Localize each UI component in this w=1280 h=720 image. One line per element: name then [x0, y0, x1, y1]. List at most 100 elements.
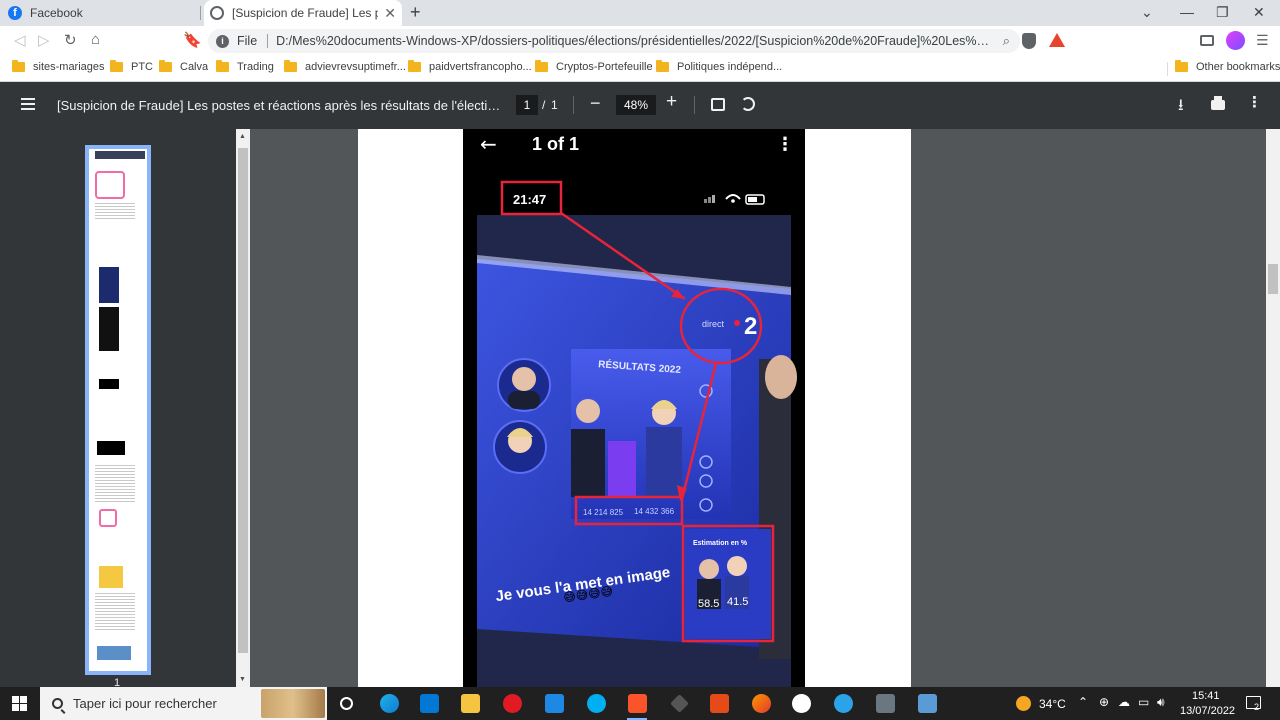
page-total: 1: [551, 98, 558, 112]
bookmark-calva[interactable]: Calva: [159, 60, 209, 73]
page-thumbnail[interactable]: [85, 145, 151, 675]
wifi-dot: [731, 199, 735, 203]
bookmark-label: PTC: [131, 61, 153, 73]
thumb-image: [99, 307, 119, 351]
pdf-viewer[interactable]: ← 1 of 1 ⋮ 21:47 direct 2 RÉSULTATS 2022…: [250, 129, 1266, 687]
pdf-toolbar: [Suspicion de Fraude] Les postes et réac…: [0, 82, 1280, 129]
thumb-image: [97, 646, 131, 660]
back-button[interactable]: ◁: [14, 31, 26, 49]
thumb-image: [99, 267, 119, 303]
windows-taskbar: Taper ici pour rechercher 34°C ⌃ ⊕ ☁ ▭ 🔊…: [0, 687, 1280, 720]
tab-pdf-document[interactable]: [Suspicion de Fraude] Les postes et ✕: [204, 0, 402, 26]
signal-bar: [704, 199, 707, 203]
app-icon[interactable]: [834, 694, 853, 713]
bookmark-ptc[interactable]: PTC: [110, 60, 153, 73]
back-arrow-icon: ←: [480, 132, 497, 156]
clock-date: 13/07/2022: [1180, 705, 1236, 717]
vote-count-right: 14 432 366: [634, 507, 675, 516]
menu-icon[interactable]: ☰: [1256, 32, 1269, 49]
edge-icon[interactable]: [380, 694, 399, 713]
maximize-button[interactable]: ❐: [1216, 4, 1229, 21]
office-icon[interactable]: [710, 694, 729, 713]
tab-facebook[interactable]: f Facebook: [8, 0, 198, 26]
new-tab-button[interactable]: +: [410, 2, 421, 23]
zoom-level-input[interactable]: 48%: [616, 95, 656, 115]
page-number-input[interactable]: 1: [516, 95, 538, 115]
zoom-in-button[interactable]: +: [666, 91, 677, 113]
page-separator: /: [542, 98, 546, 112]
weather-icon[interactable]: [1016, 696, 1031, 711]
sidebar-scrollbar-thumb[interactable]: [238, 148, 248, 653]
firefox-icon[interactable]: [752, 694, 771, 713]
url-text[interactable]: D:/Mes%20documents-Windows-XP/dossiers-p…: [276, 34, 993, 48]
other-bookmarks[interactable]: Other bookmarks: [1175, 60, 1280, 73]
chevron-up-icon[interactable]: ⌃: [1078, 695, 1088, 709]
rotate-icon[interactable]: [741, 97, 755, 111]
thumb-image: [99, 566, 123, 588]
brave-rewards-icon[interactable]: [1049, 33, 1065, 47]
network-icon[interactable]: ⊕: [1099, 695, 1109, 709]
zoom-out-button[interactable]: −: [590, 93, 601, 114]
app-icon[interactable]: [670, 694, 689, 713]
volume-icon[interactable]: 🔊︎: [1157, 695, 1165, 710]
home-button[interactable]: ⌂: [91, 31, 100, 48]
file-explorer-icon[interactable]: [461, 694, 480, 713]
app-icon[interactable]: [918, 694, 937, 713]
close-window-button[interactable]: ✕: [1253, 4, 1265, 21]
windows-start-icon[interactable]: [12, 696, 27, 711]
signal-bar: [712, 195, 715, 203]
print-icon[interactable]: [1211, 96, 1225, 110]
chevron-down-icon[interactable]: ⌄: [1141, 4, 1153, 21]
bookmark-sites-mariages[interactable]: sites-mariages: [12, 60, 105, 73]
bookmark-politiques[interactable]: Politiques indépend...: [656, 60, 782, 73]
main-scrollbar[interactable]: [1266, 129, 1280, 687]
forward-button[interactable]: ▷: [38, 31, 50, 49]
macron-figure: [571, 429, 605, 497]
macron-bar: [608, 441, 636, 497]
app-icon[interactable]: [545, 694, 564, 713]
opera-icon[interactable]: [503, 694, 522, 713]
thumb-header: [95, 151, 145, 159]
wallet-icon[interactable]: [1200, 35, 1214, 46]
download-icon[interactable]: ⭳: [1178, 94, 1184, 121]
folder-icon: [1175, 60, 1188, 72]
cloud-icon[interactable]: ☁: [1118, 695, 1130, 709]
zoom-icon[interactable]: ⌕: [1003, 33, 1010, 49]
cortana-icon[interactable]: [340, 697, 353, 710]
brave-shield-icon[interactable]: [1022, 33, 1036, 49]
close-icon[interactable]: ✕: [384, 5, 396, 22]
calculator-icon[interactable]: [876, 694, 895, 713]
notification-count: 2: [1254, 702, 1260, 712]
store-icon[interactable]: [420, 694, 439, 713]
app-icon[interactable]: [792, 694, 811, 713]
bookmark-label: Other bookmarks: [1196, 61, 1280, 73]
profile-avatar[interactable]: [1226, 31, 1245, 50]
pct-right: 41.5: [727, 596, 748, 608]
info-icon[interactable]: i: [216, 34, 229, 48]
sidebar-toggle-icon[interactable]: [21, 98, 35, 110]
bookmark-label: Calva: [180, 61, 209, 73]
fit-page-icon[interactable]: [711, 98, 725, 111]
bookmark-paidverts[interactable]: paidvertsfrancopho...: [408, 60, 532, 73]
presenter-head: [765, 355, 797, 399]
bookmark-cryptos[interactable]: Cryptos-Portefeuille: [535, 60, 653, 73]
channel-dot: [734, 320, 740, 326]
scroll-up-arrow[interactable]: ▲: [239, 133, 246, 140]
channel-number: 2: [744, 313, 757, 340]
bookmark-trading[interactable]: Trading: [216, 60, 274, 73]
minimize-button[interactable]: —: [1180, 4, 1194, 20]
bookmark-advievrev[interactable]: advievrevsuptimefr...: [284, 60, 406, 73]
brave-icon[interactable]: [628, 694, 647, 713]
address-bar[interactable]: i File D:/Mes%20documents-Windows-XP/dos…: [208, 29, 1020, 53]
skype-icon[interactable]: [587, 694, 606, 713]
bookmark-icon[interactable]: 🔖: [183, 31, 202, 49]
scroll-down-arrow[interactable]: ▼: [239, 676, 246, 683]
more-options-icon[interactable]: ⋮: [1247, 95, 1262, 110]
temperature: 34°C: [1039, 697, 1066, 711]
taskbar-search[interactable]: Taper ici pour rechercher: [40, 687, 327, 720]
main-scrollbar-thumb[interactable]: [1268, 264, 1278, 294]
vote-count-left: 14 214 825: [583, 508, 624, 517]
scheme-label: File: [237, 34, 258, 48]
reload-button[interactable]: ↻: [64, 31, 77, 49]
wifi-icon[interactable]: ▭: [1138, 695, 1149, 709]
